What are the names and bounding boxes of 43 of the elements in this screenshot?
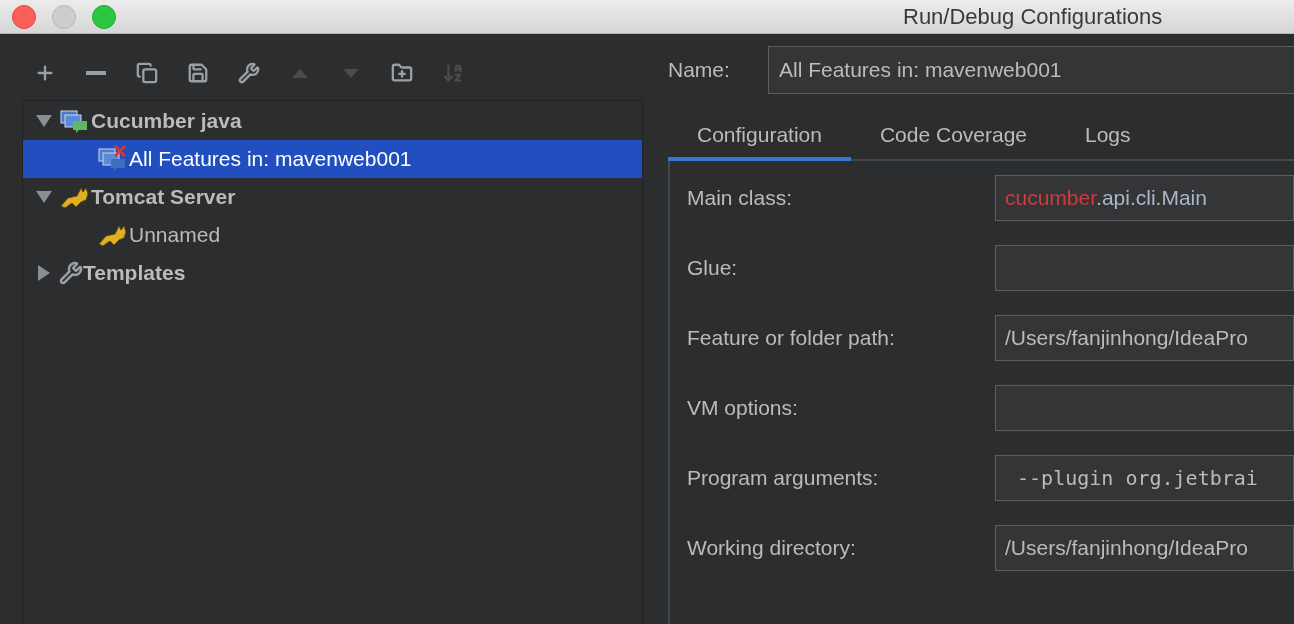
wrench-icon (238, 62, 260, 84)
save-icon (187, 62, 209, 84)
tree-item[interactable]: Tomcat Server (23, 178, 642, 216)
name-field[interactable]: All Features in: mavenweb001 (768, 46, 1294, 94)
toolbar-button[interactable] (236, 60, 262, 86)
name-label: Name: (668, 57, 731, 84)
window-title: Run/Debug Configurations (903, 3, 1163, 31)
tree-item[interactable]: Cucumber java (23, 102, 642, 140)
input-field[interactable] (995, 385, 1294, 431)
remove-icon (86, 71, 106, 75)
tree-item-label: Tomcat Server (91, 184, 236, 211)
sort-icon (442, 62, 464, 84)
field-label: Program arguments: (687, 465, 880, 492)
folder-plus-icon (391, 62, 413, 84)
copy-icon (136, 62, 158, 84)
input-field[interactable]: /Users/fanjinhong/IdeaPro (995, 315, 1294, 361)
input-field[interactable] (995, 245, 1294, 291)
tree-item[interactable]: Templates (23, 254, 642, 292)
wrench-icon (59, 261, 83, 285)
tab[interactable]: Code Coverage (850, 113, 1056, 161)
tree-item[interactable]: All Features in: mavenweb001 (23, 140, 642, 178)
tree-item-label: Templates (83, 260, 186, 287)
input-field[interactable]: --plugin org.jetbrai (995, 455, 1294, 501)
toolbar-button[interactable] (134, 60, 160, 86)
windows-stack-error-icon (97, 145, 129, 173)
expanded-triangle-icon[interactable] (35, 190, 53, 204)
tree-item[interactable]: Unnamed (23, 216, 642, 254)
field-label: Glue: (687, 255, 739, 282)
close-button[interactable] (12, 4, 36, 29)
input-field[interactable]: /Users/fanjinhong/IdeaPro (995, 525, 1294, 571)
input-field[interactable]: cucumber.api.cli.Main (995, 175, 1294, 221)
tree-item-label: Cucumber java (91, 108, 242, 135)
expanded-triangle-icon[interactable] (35, 114, 53, 128)
tab[interactable]: Logs (1056, 113, 1160, 161)
tab[interactable]: Configuration (668, 113, 851, 161)
field-label: VM options: (687, 395, 799, 422)
collapsed-triangle-icon[interactable] (37, 264, 51, 282)
zoom-button[interactable] (92, 4, 116, 29)
field-label: Feature or folder path: (687, 325, 896, 352)
tree-item-label: Unnamed (129, 222, 221, 249)
field-label: Working directory: (687, 535, 857, 562)
tree-item-label: All Features in: mavenweb001 (129, 146, 412, 173)
field-label: Main class: (687, 185, 794, 212)
